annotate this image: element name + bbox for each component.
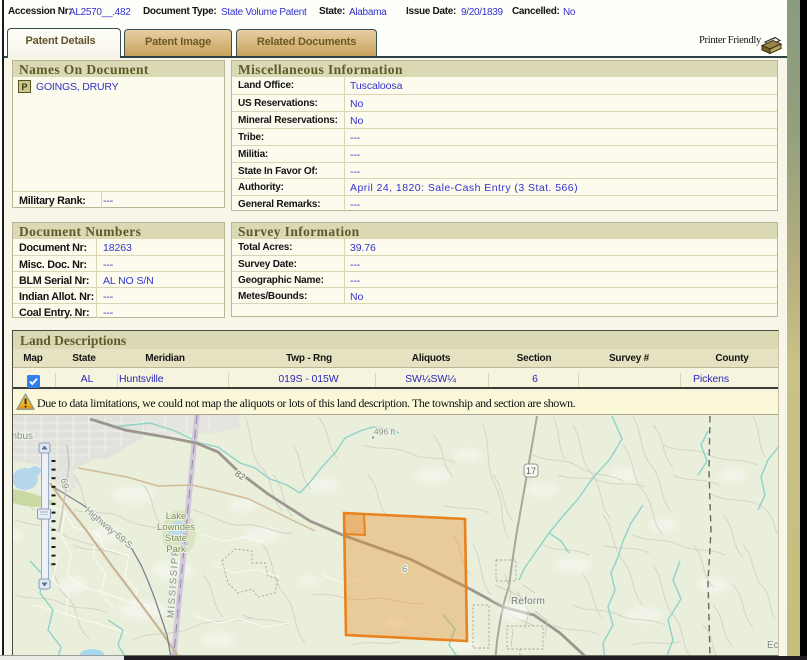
svg-text:496 ft: 496 ft	[374, 426, 396, 436]
svg-text:Columbus: Columbus	[13, 431, 33, 442]
svg-text:Lowndes: Lowndes	[157, 522, 195, 533]
svg-text:State: State	[165, 533, 187, 544]
svg-text:69: 69	[58, 477, 71, 490]
svg-text:Reform: Reform	[511, 596, 545, 607]
svg-text:Park: Park	[166, 544, 186, 555]
svg-text:Ec: Ec	[767, 640, 778, 651]
svg-text:17: 17	[526, 466, 536, 476]
svg-text:Lake: Lake	[166, 511, 187, 522]
svg-text:6: 6	[402, 564, 407, 575]
